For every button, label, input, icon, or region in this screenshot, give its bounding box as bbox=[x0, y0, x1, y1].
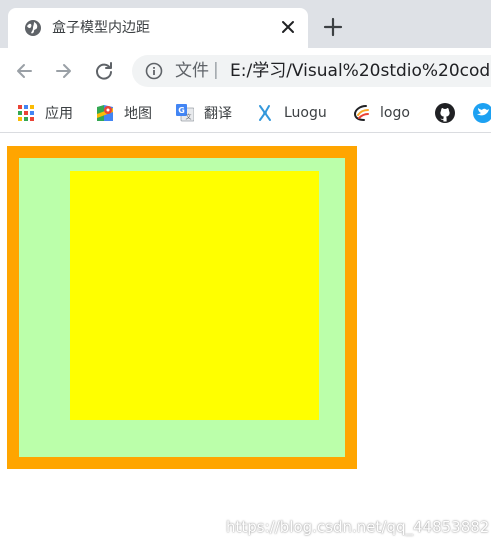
bookmark-label: 地图 bbox=[124, 106, 152, 122]
bookmark-label: logo bbox=[380, 105, 410, 121]
bookmark-label: 应用 bbox=[45, 106, 73, 122]
box-content-area bbox=[70, 171, 319, 420]
forward-arrow-icon[interactable] bbox=[53, 60, 75, 82]
bookmark-bird[interactable] bbox=[473, 102, 491, 124]
svg-text:文: 文 bbox=[185, 113, 191, 121]
address-separator: | bbox=[213, 60, 219, 80]
bird-icon bbox=[473, 103, 491, 123]
globe-icon bbox=[25, 20, 41, 36]
bookmark-logo[interactable]: logo bbox=[352, 102, 410, 124]
svg-text:G: G bbox=[178, 106, 185, 115]
toolbar: 文件 | E:/学习/Visual%20stdio%20code bbox=[0, 48, 491, 94]
apps-grid-icon bbox=[18, 105, 34, 121]
close-icon[interactable] bbox=[278, 17, 298, 37]
box-border-area bbox=[7, 146, 357, 469]
bookmark-apps[interactable]: 应用 bbox=[17, 102, 73, 124]
page-content: https://blog.csdn.net/qq_44853882 bbox=[0, 133, 491, 546]
translate-icon: G 文 bbox=[176, 104, 194, 122]
box-padding-area bbox=[19, 158, 345, 457]
github-icon bbox=[435, 103, 455, 123]
address-url[interactable]: E:/学习/Visual%20stdio%20code bbox=[230, 61, 491, 81]
new-tab-plus-icon[interactable] bbox=[322, 16, 344, 38]
bookmark-github[interactable] bbox=[435, 102, 455, 124]
tab-title: 盒子模型内边距 bbox=[52, 20, 150, 36]
reload-icon[interactable] bbox=[93, 60, 115, 82]
bookmark-luogu[interactable]: Luogu bbox=[256, 102, 327, 124]
maps-icon bbox=[97, 105, 113, 121]
bookmark-translate[interactable]: G 文 翻译 bbox=[176, 102, 232, 124]
bookmarks-bar: 应用 地图 G 文 翻译 Luogu logo bbox=[0, 94, 491, 133]
bookmark-maps[interactable]: 地图 bbox=[96, 102, 152, 124]
watermark-text: https://blog.csdn.net/qq_44853882 bbox=[226, 518, 490, 536]
browser-tab[interactable]: 盒子模型内边距 bbox=[8, 8, 308, 48]
luogu-icon bbox=[259, 105, 271, 121]
back-arrow-icon[interactable] bbox=[13, 60, 35, 82]
address-bar[interactable]: 文件 | E:/学习/Visual%20stdio%20code bbox=[132, 55, 491, 87]
logo-icon bbox=[353, 105, 369, 121]
tab-strip: 盒子模型内边距 bbox=[0, 0, 491, 48]
bookmark-label: 翻译 bbox=[204, 106, 232, 122]
bookmark-label: Luogu bbox=[284, 105, 327, 121]
info-icon[interactable] bbox=[145, 62, 163, 80]
address-scheme-label: 文件 bbox=[175, 61, 209, 81]
